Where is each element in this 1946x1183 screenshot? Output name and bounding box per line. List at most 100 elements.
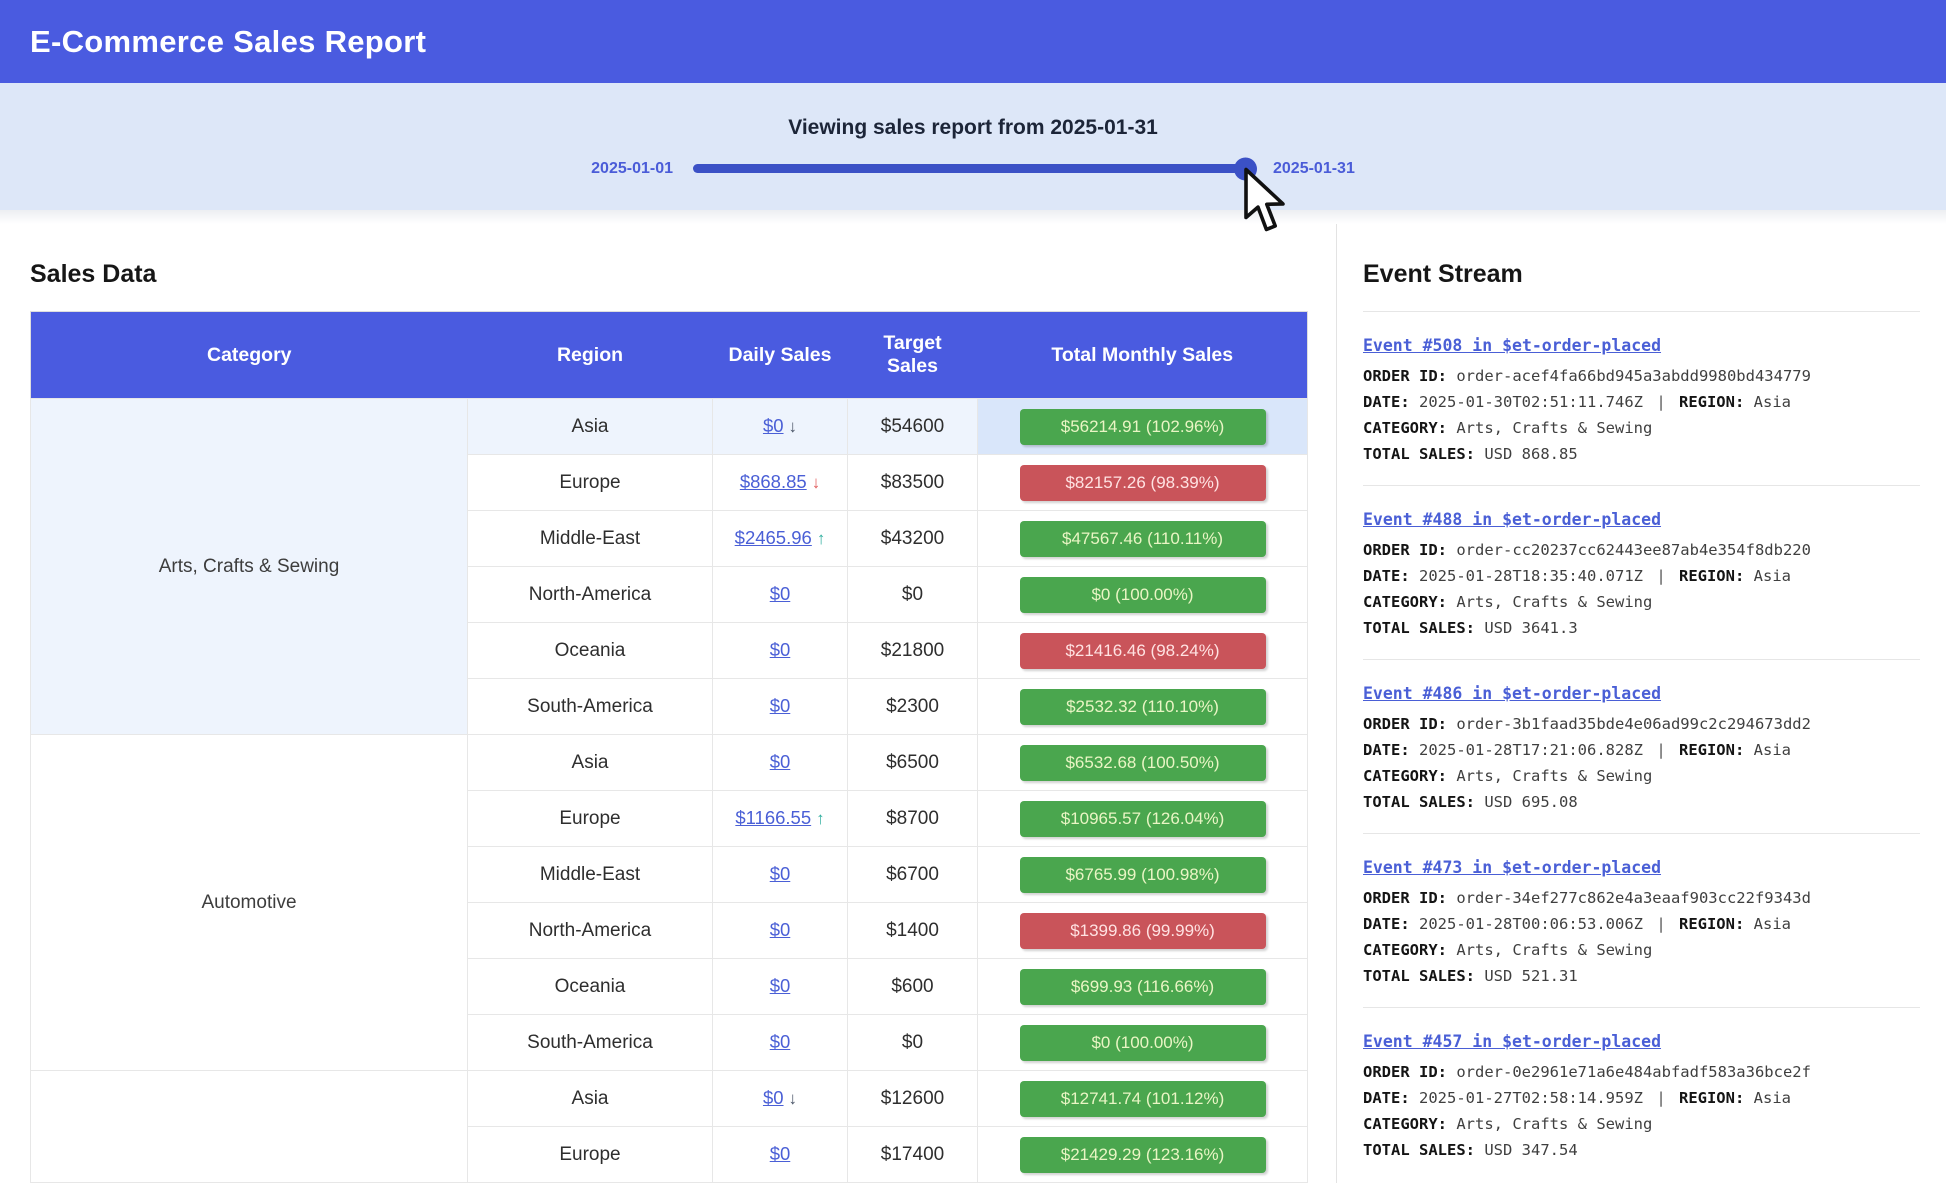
- date-value: 2025-01-27T02:58:14.959Z: [1419, 1089, 1643, 1107]
- event-link[interactable]: Event #473 in $et-order-placed: [1363, 858, 1661, 877]
- trend-up-icon: ↑: [817, 529, 826, 548]
- event-title: Event #473 in $et-order-placed: [1363, 858, 1920, 877]
- column-header-region: Region: [468, 312, 713, 399]
- trend-down-icon: ↓: [812, 473, 821, 492]
- event-link[interactable]: Event #508 in $et-order-placed: [1363, 336, 1661, 355]
- category-value: Arts, Crafts & Sewing: [1456, 1115, 1652, 1133]
- region-cell: Oceania: [468, 959, 713, 1015]
- main-content: Sales Data Category Region Daily Sales T…: [0, 224, 1946, 1183]
- daily-sales-cell: $2465.96 ↑: [713, 511, 848, 567]
- event-list: Event #508 in $et-order-placed ORDER ID: …: [1363, 311, 1920, 1181]
- total-monthly-sales-cell: $21429.29 (123.16%): [978, 1127, 1308, 1183]
- total-sales-value: USD 347.54: [1484, 1141, 1577, 1159]
- event-category-line: CATEGORY: Arts, Crafts & Sewing: [1363, 763, 1920, 789]
- order-id-value: order-acef4fa66bd945a3abdd9980bd434779: [1456, 367, 1811, 385]
- category-value: Arts, Crafts & Sewing: [1456, 941, 1652, 959]
- region-label: REGION:: [1679, 741, 1744, 759]
- region-cell: Asia: [468, 399, 713, 455]
- event-date-line: DATE: 2025-01-27T02:58:14.959Z | REGION:…: [1363, 1085, 1920, 1111]
- event-entry: Event #486 in $et-order-placedORDER ID: …: [1363, 659, 1920, 833]
- daily-sales-link[interactable]: $868.85: [740, 471, 807, 492]
- event-total-line: TOTAL SALES: USD 3641.3: [1363, 615, 1920, 641]
- date-slider-track[interactable]: [693, 164, 1253, 173]
- monthly-sales-badge: $82157.26 (98.39%): [1020, 465, 1266, 501]
- daily-sales-cell: $0: [713, 959, 848, 1015]
- monthly-sales-badge: $56214.91 (102.96%): [1020, 409, 1266, 445]
- event-stream-panel: Event Stream Event #508 in $et-order-pla…: [1336, 224, 1946, 1183]
- daily-sales-link[interactable]: $2465.96: [735, 527, 812, 548]
- event-date-line: DATE: 2025-01-28T17:21:06.828Z | REGION:…: [1363, 737, 1920, 763]
- daily-sales-cell: $0: [713, 1015, 848, 1071]
- region-value: Asia: [1754, 915, 1791, 933]
- event-category-line: CATEGORY: Arts, Crafts & Sewing: [1363, 415, 1920, 441]
- daily-sales-cell: $0↓: [713, 399, 848, 455]
- total-monthly-sales-cell: $12741.74 (101.12%): [978, 1071, 1308, 1127]
- region-cell: Asia: [468, 735, 713, 791]
- monthly-sales-badge: $12741.74 (101.12%): [1020, 1081, 1266, 1117]
- daily-sales-link[interactable]: $0: [770, 863, 791, 884]
- event-order-line: ORDER ID: order-34ef277c862e4a3eaaf903cc…: [1363, 885, 1920, 911]
- page-title: E-Commerce Sales Report: [30, 24, 426, 60]
- event-date-line: DATE: 2025-01-30T02:51:11.746Z | REGION:…: [1363, 389, 1920, 415]
- date-label: DATE:: [1363, 1089, 1410, 1107]
- order-id-label: ORDER ID:: [1363, 367, 1447, 385]
- slider-caption: Viewing sales report from 2025-01-31: [788, 116, 1158, 140]
- daily-sales-link[interactable]: $0: [770, 975, 791, 996]
- region-cell: Oceania: [468, 623, 713, 679]
- total-sales-value: USD 3641.3: [1484, 619, 1577, 637]
- region-cell: Asia: [468, 1071, 713, 1127]
- pipe-separator: |: [1643, 393, 1679, 411]
- event-link[interactable]: Event #457 in $et-order-placed: [1363, 1032, 1661, 1051]
- daily-sales-cell: $0: [713, 903, 848, 959]
- category-value: Arts, Crafts & Sewing: [1456, 419, 1652, 437]
- event-link[interactable]: Event #488 in $et-order-placed: [1363, 510, 1661, 529]
- date-label: DATE:: [1363, 393, 1410, 411]
- event-link[interactable]: Event #486 in $et-order-placed: [1363, 684, 1661, 703]
- total-sales-label: TOTAL SALES:: [1363, 967, 1475, 985]
- event-category-line: CATEGORY: Arts, Crafts & Sewing: [1363, 1111, 1920, 1137]
- event-title: Event #488 in $et-order-placed: [1363, 510, 1920, 529]
- trend-up-icon: ↑: [816, 809, 825, 828]
- app-header: E-Commerce Sales Report: [0, 0, 1946, 83]
- pipe-separator: |: [1643, 1089, 1679, 1107]
- region-value: Asia: [1754, 741, 1791, 759]
- region-label: REGION:: [1679, 567, 1744, 585]
- daily-sales-link[interactable]: $0: [770, 639, 791, 660]
- monthly-sales-badge: $6765.99 (100.98%): [1020, 857, 1266, 893]
- total-monthly-sales-cell: $0 (100.00%): [978, 1015, 1308, 1071]
- sales-data-heading: Sales Data: [30, 260, 1308, 289]
- daily-sales-link[interactable]: $0: [763, 415, 784, 436]
- order-id-value: order-0e2961e71a6e484abfadf583a36bce2f: [1456, 1063, 1811, 1081]
- total-sales-label: TOTAL SALES:: [1363, 445, 1475, 463]
- date-slider-section: Viewing sales report from 2025-01-31 202…: [0, 83, 1946, 210]
- daily-sales-link[interactable]: $0: [770, 695, 791, 716]
- event-title: Event #508 in $et-order-placed: [1363, 336, 1920, 355]
- target-sales-cell: $17400: [848, 1127, 978, 1183]
- order-id-label: ORDER ID:: [1363, 1063, 1447, 1081]
- order-id-label: ORDER ID:: [1363, 715, 1447, 733]
- region-cell: Europe: [468, 791, 713, 847]
- daily-sales-link[interactable]: $0: [770, 751, 791, 772]
- date-slider-handle[interactable]: [1234, 157, 1257, 180]
- section-divider: [0, 210, 1946, 224]
- daily-sales-link[interactable]: $0: [770, 1031, 791, 1052]
- daily-sales-link[interactable]: $1166.55: [735, 807, 811, 828]
- total-monthly-sales-cell: $6532.68 (100.50%): [978, 735, 1308, 791]
- region-cell: Middle-East: [468, 511, 713, 567]
- daily-sales-link[interactable]: $0: [770, 919, 791, 940]
- monthly-sales-badge: $10965.57 (126.04%): [1020, 801, 1266, 837]
- daily-sales-link[interactable]: $0: [770, 583, 791, 604]
- target-sales-cell: $8700: [848, 791, 978, 847]
- daily-sales-cell: $868.85 ↓: [713, 455, 848, 511]
- target-sales-cell: $21800: [848, 623, 978, 679]
- daily-sales-link[interactable]: $0: [763, 1087, 784, 1108]
- daily-sales-cell: $0: [713, 623, 848, 679]
- daily-sales-link[interactable]: $0: [770, 1143, 791, 1164]
- daily-sales-cell: $0: [713, 567, 848, 623]
- category-value: Arts, Crafts & Sewing: [1456, 767, 1652, 785]
- target-sales-cell: $43200: [848, 511, 978, 567]
- daily-sales-cell: $0: [713, 1127, 848, 1183]
- region-cell: South-America: [468, 1015, 713, 1071]
- date-value: 2025-01-28T17:21:06.828Z: [1419, 741, 1643, 759]
- daily-sales-cell: $0: [713, 735, 848, 791]
